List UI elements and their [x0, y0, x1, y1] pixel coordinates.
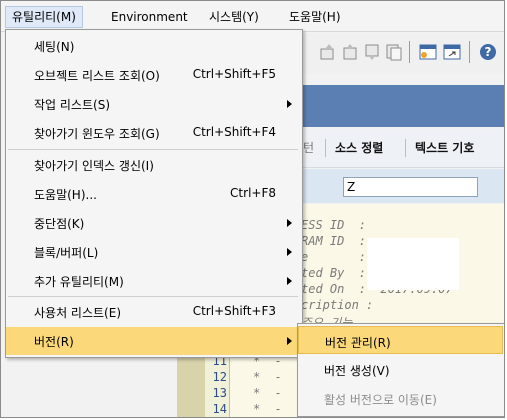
submenu-item-version-management[interactable]: 버전 관리(R)	[298, 326, 503, 354]
toolbar-separator	[469, 41, 470, 63]
menu-item-worklist[interactable]: 작업 리스트(S)	[6, 90, 300, 118]
menu-item-help[interactable]: 도움말(H)... Ctrl+F8	[6, 180, 300, 208]
menu-separator	[8, 296, 298, 297]
menu-item-shortcut: Ctrl+F8	[230, 186, 276, 200]
submenu-item-generate-version[interactable]: 버전 생성(V)	[298, 355, 503, 383]
submenu-item-go-to-active-version: 활성 버전으로 이동(E)	[298, 384, 503, 412]
menu-item-update-navigation-index[interactable]: 찾아가기 인덱스 갱신(I)	[6, 151, 300, 179]
menu-item-label: 찾아가기 인덱스 갱신(I)	[34, 159, 154, 173]
code-line: * -	[253, 402, 282, 416]
line-number: 13	[212, 386, 227, 400]
new-window-icon[interactable]	[419, 43, 437, 61]
redacted-area	[367, 238, 459, 290]
menu-bar: 유틸리티(M) Environment 시스템(Y) 도움말(H)	[1, 1, 504, 32]
menu-item-shortcut: Ctrl+Shift+F4	[192, 125, 276, 139]
menu-item-label: 찾아가기 윈도우 조회(G)	[34, 127, 160, 141]
svg-text:?: ?	[485, 45, 492, 59]
code-line: cription :	[301, 298, 374, 312]
submenu-item-label: 버전 관리(R)	[325, 336, 391, 350]
app-toolbar-separator	[325, 139, 326, 157]
utilities-dropdown-menu: 세팅(N) 오브젝트 리스트 조회(O) Ctrl+Shift+F5 작업 리스…	[5, 29, 303, 358]
screen-title-bar	[301, 85, 504, 127]
submenu-item-label: 버전 생성(V)	[324, 364, 390, 378]
menu-help[interactable]: 도움말(H)	[283, 7, 347, 27]
menu-item-breakpoints[interactable]: 중단점(K)	[6, 209, 300, 237]
move-up-icon[interactable]	[341, 43, 359, 61]
upload-icon[interactable]	[319, 43, 337, 61]
menu-item-label: 사용처 리스트(E)	[34, 306, 122, 320]
menu-item-label: 추가 유틸리티(M)	[34, 275, 124, 289]
code-line: RAM ID :	[301, 234, 367, 248]
menu-item-settings[interactable]: 세팅(N)	[6, 32, 300, 60]
application-toolbar: 턴 소스 정렬 텍스트 기호	[301, 129, 504, 168]
menu-item-label: 버전(R)	[34, 335, 74, 349]
menu-item-shortcut: Ctrl+Shift+F3	[192, 304, 276, 318]
line-number: 12	[212, 370, 227, 384]
code-line: ESS ID :	[301, 218, 367, 232]
versions-submenu: 버전 관리(R) 버전 생성(V) 활성 버전으로 이동(E)	[297, 323, 504, 417]
code-line: ted By :	[301, 266, 367, 280]
shortcut-window-icon[interactable]	[443, 43, 461, 61]
app-toolbar: ?	[301, 33, 504, 73]
submenu-arrow-icon	[287, 100, 292, 108]
menu-item-object-list[interactable]: 오브젝트 리스트 조회(O) Ctrl+Shift+F5	[6, 61, 300, 89]
menu-item-label: 오브젝트 리스트 조회(O)	[34, 69, 160, 83]
app-toolbar-separator	[405, 139, 406, 157]
submenu-arrow-icon	[287, 277, 292, 285]
menu-item-shortcut: Ctrl+Shift+F5	[192, 67, 276, 81]
menu-separator	[8, 149, 298, 150]
menu-item-label: 중단점(K)	[34, 217, 85, 231]
submenu-arrow-icon	[287, 337, 292, 345]
menu-item-block-buffer[interactable]: 블록/버퍼(L)	[6, 238, 300, 266]
menu-item-label: 작업 리스트(S)	[34, 98, 110, 112]
pretty-printer-button[interactable]: 소스 정렬	[335, 139, 383, 156]
code-line: e :	[301, 250, 367, 264]
menu-item-where-used-list[interactable]: 사용처 리스트(E) Ctrl+Shift+F3	[6, 298, 300, 326]
app-toolbar-partial-label[interactable]: 턴	[303, 139, 314, 156]
menu-item-label: 도움말(H)...	[34, 188, 97, 202]
menu-environment[interactable]: Environment	[105, 7, 194, 27]
text-symbols-button[interactable]: 텍스트 기호	[415, 139, 474, 156]
code-line: * -	[253, 370, 282, 384]
menu-item-more-utilities[interactable]: 추가 유틸리티(M)	[6, 267, 300, 295]
menu-system[interactable]: 시스템(Y)	[203, 7, 265, 27]
submenu-arrow-icon	[287, 248, 292, 256]
menu-utilities[interactable]: 유틸리티(M)	[5, 6, 83, 28]
program-field-row: Z	[301, 169, 504, 203]
copy-page-icon[interactable]	[385, 43, 403, 61]
menu-item-navigation-window[interactable]: 찾아가기 윈도우 조회(G) Ctrl+Shift+F4	[6, 119, 300, 147]
code-line: * -	[253, 386, 282, 400]
menu-item-versions[interactable]: 버전(R)	[6, 327, 300, 355]
menu-item-label: 블록/버퍼(L)	[34, 246, 99, 260]
line-number: 14	[212, 402, 227, 416]
sap-window: 유틸리티(M) Environment 시스템(Y) 도움말(H) ? 턴 소스…	[0, 0, 505, 418]
program-name-input[interactable]: Z	[343, 177, 478, 197]
menu-item-label: 세팅(N)	[34, 40, 75, 54]
move-down-icon[interactable]	[363, 43, 381, 61]
help-icon[interactable]: ?	[479, 43, 497, 61]
submenu-item-label: 활성 버전으로 이동(E)	[324, 393, 437, 407]
toolbar-separator	[409, 41, 410, 63]
submenu-arrow-icon	[287, 219, 292, 227]
